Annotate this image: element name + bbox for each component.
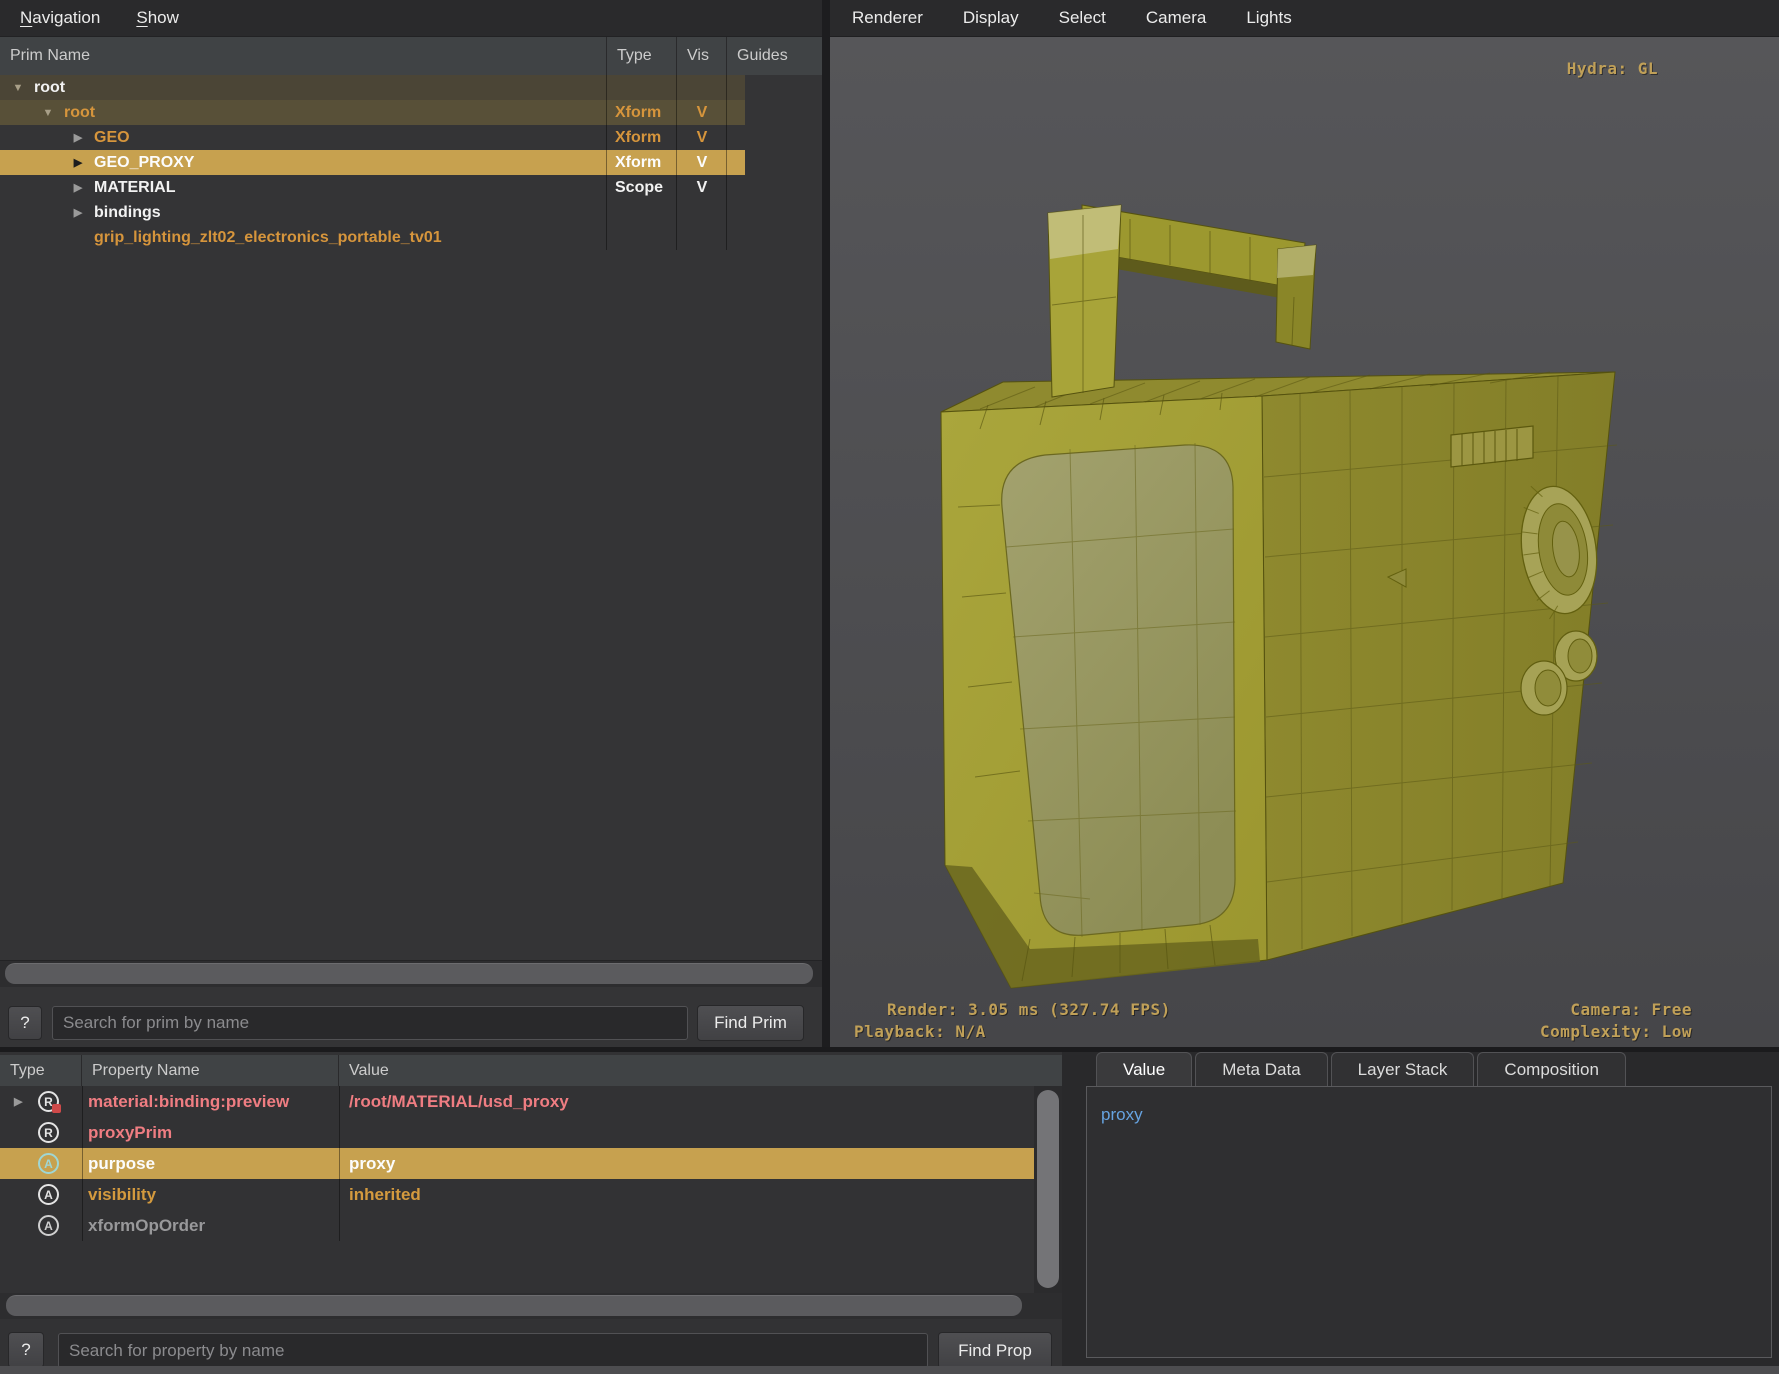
property-header: Type Property Name Value [0,1055,1062,1086]
prim-tree-hscrollbar[interactable] [0,960,822,987]
menu-renderer[interactable]: Renderer [852,8,923,28]
hud-camera: Camera: Free [1570,1000,1692,1019]
tree-row-bindings[interactable]: ▶ bindings [0,200,745,225]
expander-icon[interactable]: ▶ [70,181,86,194]
vertical-splitter[interactable] [822,0,830,1047]
tree-row-geo[interactable]: ▶ GEO Xform V [0,125,745,150]
hud-render-time: Render: 3.05 ms (327.74 FPS) [887,1000,1171,1019]
relationship-icon: R [38,1122,59,1143]
prop-search-help-button[interactable]: ? [8,1332,44,1368]
tab-value[interactable]: Value [1096,1052,1192,1086]
tab-layer-stack[interactable]: Layer Stack [1331,1052,1475,1086]
vis-toggle[interactable]: V [677,129,727,147]
menu-display[interactable]: Display [963,8,1019,28]
property-table: ▶ R material:binding:preview /root/MATER… [0,1086,1034,1241]
expander-icon[interactable]: ▶ [14,1095,22,1108]
attribute-icon: A [38,1215,59,1236]
tab-composition[interactable]: Composition [1477,1052,1626,1086]
prop-row-material-binding[interactable]: ▶ R material:binding:preview /root/MATER… [0,1086,1034,1117]
tree-row-grip-lighting[interactable]: grip_lighting_zlt02_electronics_portable… [0,225,745,250]
hud-complexity: Complexity: Low [1540,1022,1692,1041]
expander-icon[interactable]: ▶ [70,131,86,144]
custom-badge-icon [52,1104,61,1113]
value-content-text: proxy [1101,1105,1143,1125]
expander-icon[interactable]: ▶ [70,206,86,219]
tab-meta-data[interactable]: Meta Data [1195,1052,1327,1086]
viewport-menubar: Renderer Display Select Camera Lights [830,0,1779,37]
relationship-icon: R [38,1091,59,1112]
prim-menubar: Navigation Show [0,0,822,37]
value-content-box: proxy [1086,1086,1772,1358]
menu-navigation[interactable]: Navigation [20,8,100,28]
menu-select[interactable]: Select [1059,8,1106,28]
prop-row-purpose-selected[interactable]: A purpose proxy [0,1148,1034,1179]
value-tabbar: Value Meta Data Layer Stack Composition [1096,1052,1629,1086]
col-header-prop-type[interactable]: Type [0,1055,82,1086]
prim-search-help-button[interactable]: ? [8,1006,42,1040]
tree-row-root-child[interactable]: ▼ root Xform V [0,100,745,125]
vis-toggle[interactable]: V [677,154,727,172]
prim-search-input[interactable] [52,1006,688,1040]
menu-show[interactable]: Show [136,8,179,28]
vis-toggle[interactable]: V [677,104,727,122]
col-header-prim-name[interactable]: Prim Name [0,37,607,75]
expander-icon[interactable]: ▼ [10,82,26,94]
vis-toggle[interactable]: V [677,179,727,197]
menu-lights[interactable]: Lights [1246,8,1291,28]
col-header-prop-value[interactable]: Value [339,1055,1062,1086]
expander-icon[interactable]: ▶ [70,156,86,169]
prop-row-proxyprim[interactable]: R proxyPrim [0,1117,1034,1148]
find-prop-button[interactable]: Find Prop [938,1332,1052,1369]
viewport-pane: Renderer Display Select Camera Lights [830,0,1779,1047]
prop-row-visibility[interactable]: A visibility inherited [0,1179,1034,1210]
tree-row-geo-proxy-selected[interactable]: ▶ GEO_PROXY Xform V [0,150,745,175]
prim-browser-pane: Navigation Show Prim Name Type Vis Guide… [0,0,822,1047]
gl-canvas[interactable]: Hydra: GL Render: 3.05 ms (327.74 FPS) P… [830,37,1779,1047]
attribute-icon: A [38,1184,59,1205]
prop-search-input[interactable] [58,1333,928,1368]
col-header-prop-name[interactable]: Property Name [82,1055,339,1086]
property-vscrollbar[interactable] [1034,1086,1062,1293]
scrollbar-thumb[interactable] [5,963,813,984]
scrollbar-thumb[interactable] [1037,1090,1059,1288]
property-pane: Type Property Name Value ▶ R material:bi… [0,1052,1062,1374]
scrollbar-thumb[interactable] [6,1295,1022,1316]
value-viewer-pane: Value Meta Data Layer Stack Composition … [1078,1052,1779,1374]
col-header-type[interactable]: Type [607,37,677,75]
col-header-guides[interactable]: Guides [727,37,822,75]
prim-tree: ▼ root ▼ root Xform V ▶ GEO Xform V ▶ GE… [0,75,822,250]
menu-camera[interactable]: Camera [1146,8,1206,28]
hud-playback: Playback: N/A [854,1022,986,1041]
tree-row-material[interactable]: ▶ MATERIAL Scope V [0,175,745,200]
hud-renderer-label: Hydra: GL [1567,59,1658,78]
prim-tree-header: Prim Name Type Vis Guides [0,37,822,75]
3d-model-portable-tv [830,37,1779,1047]
window-bottom-strip [0,1366,1779,1374]
attribute-icon: A [38,1153,59,1174]
find-prim-button[interactable]: Find Prim [697,1005,804,1041]
usdview-window: Navigation Show Prim Name Type Vis Guide… [0,0,1779,1374]
tree-row-root[interactable]: ▼ root [0,75,745,100]
prop-row-xformoporder[interactable]: A xformOpOrder [0,1210,1034,1241]
property-hscrollbar[interactable] [0,1293,1062,1319]
col-header-vis[interactable]: Vis [677,37,727,75]
expander-icon[interactable]: ▼ [40,107,56,119]
